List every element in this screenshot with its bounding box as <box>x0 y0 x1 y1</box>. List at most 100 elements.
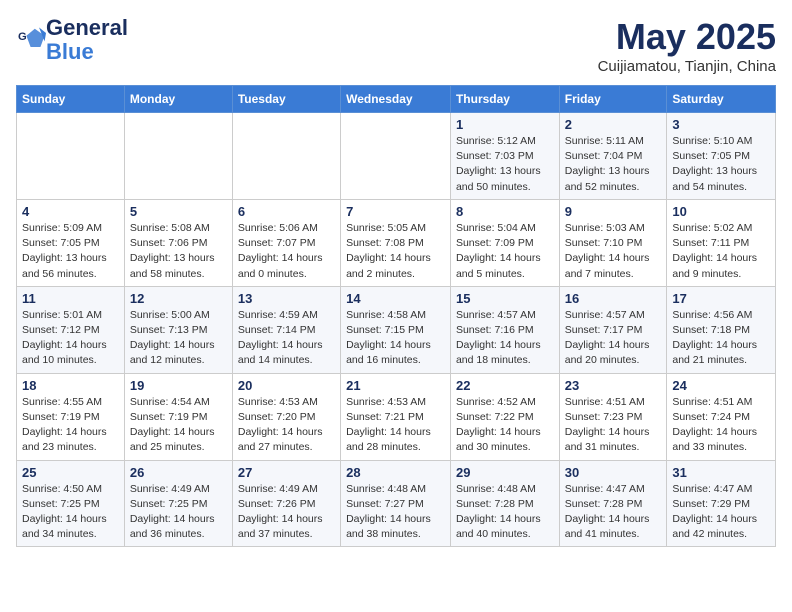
day-info: Sunrise: 4:57 AM Sunset: 7:16 PM Dayligh… <box>456 308 554 369</box>
calendar-cell: 24 Sunrise: 4:51 AM Sunset: 7:24 PM Dayli… <box>667 373 776 460</box>
weekday-header-sunday: Sunday <box>17 86 125 113</box>
day-info: Sunrise: 5:04 AM Sunset: 7:09 PM Dayligh… <box>456 221 554 282</box>
weekday-header-saturday: Saturday <box>667 86 776 113</box>
day-number: 3 <box>672 117 770 132</box>
weekday-header-monday: Monday <box>124 86 232 113</box>
calendar-cell <box>124 113 232 200</box>
day-info: Sunrise: 5:09 AM Sunset: 7:05 PM Dayligh… <box>22 221 119 282</box>
logo: G General Blue <box>16 16 128 64</box>
day-number: 19 <box>130 378 227 393</box>
logo-blue: Blue <box>46 39 94 64</box>
svg-text:G: G <box>18 31 27 43</box>
day-number: 15 <box>456 291 554 306</box>
day-info: Sunrise: 5:03 AM Sunset: 7:10 PM Dayligh… <box>565 221 662 282</box>
day-number: 17 <box>672 291 770 306</box>
day-number: 16 <box>565 291 662 306</box>
calendar-cell <box>17 113 125 200</box>
day-number: 27 <box>238 465 335 480</box>
calendar-cell: 7Sunrise: 5:05 AM Sunset: 7:08 PM Daylig… <box>341 199 451 286</box>
calendar-cell: 21 Sunrise: 4:53 AM Sunset: 7:21 PM Dayli… <box>341 373 451 460</box>
day-number: 18 <box>22 378 119 393</box>
day-info: Sunrise: 5:05 AM Sunset: 7:08 PM Dayligh… <box>346 221 445 282</box>
weekday-header-row: SundayMondayTuesdayWednesdayThursdayFrid… <box>17 86 776 113</box>
calendar-cell: 9 Sunrise: 5:03 AM Sunset: 7:10 PM Daylig… <box>559 199 667 286</box>
calendar-cell: 30 Sunrise: 4:47 AM Sunset: 7:28 PM Dayli… <box>559 460 667 547</box>
logo-general: General <box>46 15 128 40</box>
calendar-week-3: 11 Sunrise: 5:01 AM Sunset: 7:12 PM Dayli… <box>17 286 776 373</box>
day-number: 30 <box>565 465 662 480</box>
day-info: Sunrise: 4:51 AM Sunset: 7:23 PM Dayligh… <box>565 395 662 456</box>
day-info: Sunrise: 5:10 AM Sunset: 7:05 PM Dayligh… <box>672 134 770 195</box>
day-info: Sunrise: 4:59 AM Sunset: 7:14 PM Dayligh… <box>238 308 335 369</box>
day-info: Sunrise: 5:01 AM Sunset: 7:12 PM Dayligh… <box>22 308 119 369</box>
day-info: Sunrise: 4:58 AM Sunset: 7:15 PM Dayligh… <box>346 308 445 369</box>
day-number: 28 <box>346 465 445 480</box>
calendar-cell: 16 Sunrise: 4:57 AM Sunset: 7:17 PM Dayli… <box>559 286 667 373</box>
logo-icon: G <box>18 26 46 54</box>
day-number: 5 <box>130 204 227 219</box>
month-title: May 2025 <box>598 16 776 58</box>
day-info: Sunrise: 4:55 AM Sunset: 7:19 PM Dayligh… <box>22 395 119 456</box>
day-number: 21 <box>346 378 445 393</box>
day-info: Sunrise: 4:54 AM Sunset: 7:19 PM Dayligh… <box>130 395 227 456</box>
calendar-cell <box>341 113 451 200</box>
day-info: Sunrise: 4:53 AM Sunset: 7:20 PM Dayligh… <box>238 395 335 456</box>
calendar-cell <box>232 113 340 200</box>
day-number: 9 <box>565 204 662 219</box>
calendar-cell: 3 Sunrise: 5:10 AM Sunset: 7:05 PM Daylig… <box>667 113 776 200</box>
day-number: 23 <box>565 378 662 393</box>
calendar-cell: 29Sunrise: 4:48 AM Sunset: 7:28 PM Dayli… <box>450 460 559 547</box>
calendar-cell: 6 Sunrise: 5:06 AM Sunset: 7:07 PM Daylig… <box>232 199 340 286</box>
day-info: Sunrise: 4:48 AM Sunset: 7:27 PM Dayligh… <box>346 482 445 543</box>
weekday-header-wednesday: Wednesday <box>341 86 451 113</box>
calendar-cell: 18 Sunrise: 4:55 AM Sunset: 7:19 PM Dayli… <box>17 373 125 460</box>
day-number: 4 <box>22 204 119 219</box>
day-number: 22 <box>456 378 554 393</box>
day-info: Sunrise: 4:52 AM Sunset: 7:22 PM Dayligh… <box>456 395 554 456</box>
day-info: Sunrise: 5:06 AM Sunset: 7:07 PM Dayligh… <box>238 221 335 282</box>
day-info: Sunrise: 4:47 AM Sunset: 7:28 PM Dayligh… <box>565 482 662 543</box>
day-info: Sunrise: 4:49 AM Sunset: 7:26 PM Dayligh… <box>238 482 335 543</box>
calendar-cell: 14 Sunrise: 4:58 AM Sunset: 7:15 PM Dayli… <box>341 286 451 373</box>
calendar-cell: 5 Sunrise: 5:08 AM Sunset: 7:06 PM Daylig… <box>124 199 232 286</box>
weekday-header-tuesday: Tuesday <box>232 86 340 113</box>
day-number: 13 <box>238 291 335 306</box>
day-info: Sunrise: 4:47 AM Sunset: 7:29 PM Dayligh… <box>672 482 770 543</box>
day-info: Sunrise: 4:56 AM Sunset: 7:18 PM Dayligh… <box>672 308 770 369</box>
day-number: 25 <box>22 465 119 480</box>
calendar-week-1: 1Sunrise: 5:12 AM Sunset: 7:03 PM Daylig… <box>17 113 776 200</box>
calendar-cell: 20Sunrise: 4:53 AM Sunset: 7:20 PM Dayli… <box>232 373 340 460</box>
calendar-week-4: 18 Sunrise: 4:55 AM Sunset: 7:19 PM Dayli… <box>17 373 776 460</box>
day-info: Sunrise: 4:51 AM Sunset: 7:24 PM Dayligh… <box>672 395 770 456</box>
day-number: 14 <box>346 291 445 306</box>
calendar-cell: 31Sunrise: 4:47 AM Sunset: 7:29 PM Dayli… <box>667 460 776 547</box>
day-info: Sunrise: 5:00 AM Sunset: 7:13 PM Dayligh… <box>130 308 227 369</box>
day-info: Sunrise: 4:53 AM Sunset: 7:21 PM Dayligh… <box>346 395 445 456</box>
day-info: Sunrise: 4:57 AM Sunset: 7:17 PM Dayligh… <box>565 308 662 369</box>
location-subtitle: Cuijiamatou, Tianjin, China <box>598 58 776 75</box>
day-number: 12 <box>130 291 227 306</box>
day-info: Sunrise: 5:08 AM Sunset: 7:06 PM Dayligh… <box>130 221 227 282</box>
day-number: 1 <box>456 117 554 132</box>
calendar-cell: 13 Sunrise: 4:59 AM Sunset: 7:14 PM Dayli… <box>232 286 340 373</box>
calendar-cell: 17 Sunrise: 4:56 AM Sunset: 7:18 PM Dayli… <box>667 286 776 373</box>
day-info: Sunrise: 4:49 AM Sunset: 7:25 PM Dayligh… <box>130 482 227 543</box>
day-number: 26 <box>130 465 227 480</box>
day-number: 11 <box>22 291 119 306</box>
weekday-header-friday: Friday <box>559 86 667 113</box>
calendar-cell: 25Sunrise: 4:50 AM Sunset: 7:25 PM Dayli… <box>17 460 125 547</box>
calendar-cell: 11 Sunrise: 5:01 AM Sunset: 7:12 PM Dayli… <box>17 286 125 373</box>
calendar-cell: 4 Sunrise: 5:09 AM Sunset: 7:05 PM Daylig… <box>17 199 125 286</box>
day-number: 24 <box>672 378 770 393</box>
calendar-body: 1Sunrise: 5:12 AM Sunset: 7:03 PM Daylig… <box>17 113 776 547</box>
calendar-cell: 12 Sunrise: 5:00 AM Sunset: 7:13 PM Dayli… <box>124 286 232 373</box>
calendar-cell: 26 Sunrise: 4:49 AM Sunset: 7:25 PM Dayli… <box>124 460 232 547</box>
calendar-header: SundayMondayTuesdayWednesdayThursdayFrid… <box>17 86 776 113</box>
day-number: 6 <box>238 204 335 219</box>
calendar-cell: 27 Sunrise: 4:49 AM Sunset: 7:26 PM Dayli… <box>232 460 340 547</box>
calendar-cell: 2Sunrise: 5:11 AM Sunset: 7:04 PM Daylig… <box>559 113 667 200</box>
calendar-table: SundayMondayTuesdayWednesdayThursdayFrid… <box>16 85 776 547</box>
calendar-cell: 22 Sunrise: 4:52 AM Sunset: 7:22 PM Dayli… <box>450 373 559 460</box>
calendar-week-2: 4 Sunrise: 5:09 AM Sunset: 7:05 PM Daylig… <box>17 199 776 286</box>
calendar-cell: 28 Sunrise: 4:48 AM Sunset: 7:27 PM Dayli… <box>341 460 451 547</box>
